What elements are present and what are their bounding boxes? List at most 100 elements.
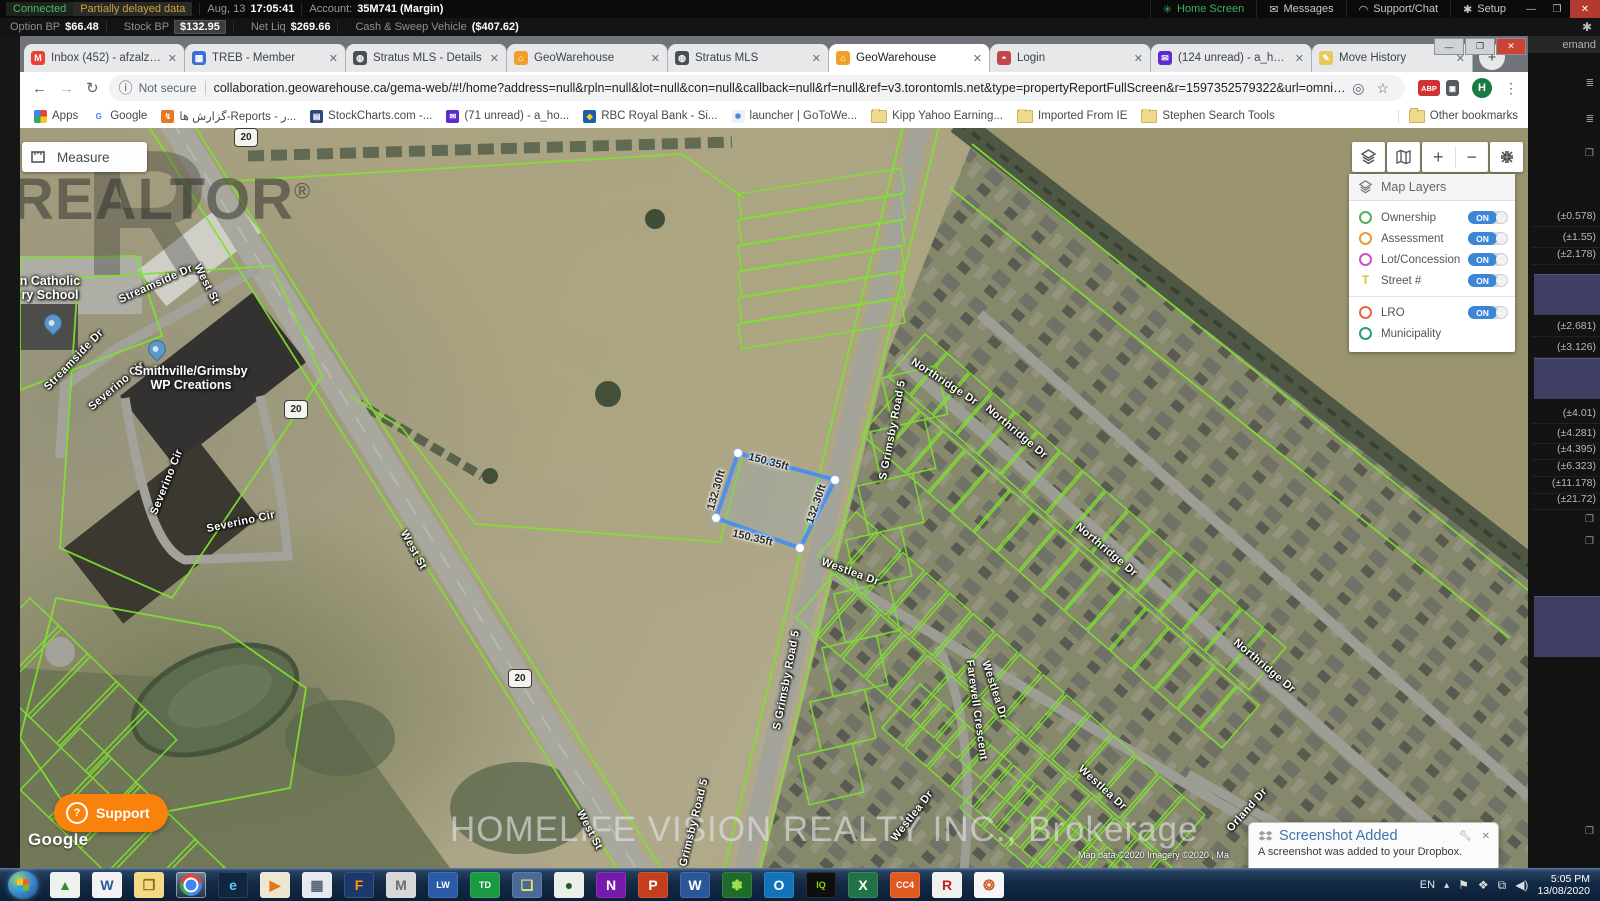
tab-login[interactable]: ◓Login✕ (990, 44, 1151, 72)
tab-geowarehouse[interactable]: ⌂GeoWarehouse✕ (829, 44, 990, 72)
layer-toggle[interactable]: ON (1468, 274, 1508, 287)
trading-menu-setup[interactable]: ✱Setup (1450, 0, 1518, 18)
chrome-menu-icon[interactable]: ⋮ (1504, 80, 1518, 97)
taskbar-icon-metatrader-m[interactable]: M (386, 872, 416, 898)
extension-abp[interactable]: ABP (1418, 80, 1440, 96)
taskbar-icon-lw-app[interactable]: LW (428, 872, 458, 898)
taskbar-icon-excel[interactable]: X (848, 872, 878, 898)
tab-close-icon[interactable]: ✕ (490, 52, 499, 65)
restore-window-icon[interactable]: ❐ (1585, 514, 1594, 525)
taskbar-icon-notes-folder-app[interactable]: ❏ (512, 872, 542, 898)
close-button[interactable]: ✕ (1570, 0, 1600, 18)
tab-close-icon[interactable]: ✕ (812, 52, 821, 65)
bookmark-rbc-royal-bank-si-[interactable]: ◆RBC Royal Bank - Si... (583, 110, 717, 123)
taskbar-icon-chrome[interactable] (176, 872, 206, 898)
collapse-button[interactable] (1490, 142, 1523, 172)
tab-geowarehouse[interactable]: ⌂GeoWarehouse✕ (507, 44, 668, 72)
list-icon[interactable]: ≣ (1586, 114, 1594, 125)
trading-menu-messages[interactable]: ✉Messages (1256, 0, 1345, 18)
tab-inbox-452-afzalzad[interactable]: MInbox (452) - afzalzad✕ (24, 44, 185, 72)
bookmark-kipp-yahoo-earning-[interactable]: Kipp Yahoo Earning... (871, 110, 1003, 123)
taskbar-icon-red-pen-app[interactable]: R (932, 872, 962, 898)
basemap-button[interactable] (1387, 142, 1420, 172)
tab--124-unread-a-hom[interactable]: ✉(124 unread) - a_hom✕ (1151, 44, 1312, 72)
restore-window-icon[interactable]: ❐ (1585, 826, 1594, 837)
taskbar-icon-media-player[interactable]: ▶ (260, 872, 290, 898)
close-button[interactable]: ✕ (1496, 38, 1526, 55)
restore-window-icon[interactable]: ❐ (1585, 148, 1594, 159)
taskbar-icon-green-mountain-app[interactable]: ▲ (50, 872, 80, 898)
info-icon[interactable]: ⓘ (119, 78, 133, 98)
extension-▣[interactable]: ▣ (1446, 80, 1459, 96)
tab-stratus-mls[interactable]: ◍Stratus MLS✕ (668, 44, 829, 72)
bookmark-apps[interactable]: Apps (34, 110, 78, 123)
tab-close-icon[interactable]: ✕ (329, 52, 338, 65)
bookmark-launcher-gotowe-[interactable]: ❋launcher | GoToWe... (732, 110, 858, 123)
taskbar-icon-calculator[interactable]: ▦ (302, 872, 332, 898)
bookmark-star-icon[interactable]: ☆ (1377, 80, 1390, 97)
address-bar[interactable]: ⓘ Not secure collaboration.geowarehouse.… (109, 75, 1405, 101)
layers-button[interactable] (1352, 142, 1385, 172)
tab-close-icon[interactable]: ✕ (168, 52, 177, 65)
taskbar-icon-powerpoint[interactable]: P (638, 872, 668, 898)
bookmark--reports-[interactable]: ↯گزارش ها-Reports - ر... (161, 109, 296, 123)
clock[interactable]: 5:05 PM 13/08/2020 (1537, 873, 1590, 897)
layer-toggle[interactable]: ON (1468, 211, 1508, 224)
taskbar-icon-td-bank[interactable]: TD (470, 872, 500, 898)
tab-close-icon[interactable]: ✕ (1295, 52, 1304, 65)
tab-treb-member[interactable]: ▦TREB - Member✕ (185, 44, 346, 72)
volume-icon[interactable]: ◀) (1515, 878, 1528, 892)
minimize-button[interactable]: — (1518, 0, 1544, 18)
tab-close-icon[interactable]: ✕ (973, 52, 982, 65)
forward-icon[interactable]: → (59, 80, 74, 97)
tray-expand-icon[interactable]: ▴ (1444, 880, 1449, 891)
tab-stratus-mls-details[interactable]: ◍Stratus MLS - Details✕ (346, 44, 507, 72)
layer-toggle[interactable]: ON (1468, 306, 1508, 319)
taskbar-icon-iq-app[interactable]: IQ (806, 872, 836, 898)
taskbar-icon-cc4-app[interactable]: CC4 (890, 872, 920, 898)
reload-icon[interactable]: ↻ (86, 79, 99, 97)
trading-menu-home-screen[interactable]: ✳Home Screen (1150, 0, 1256, 18)
start-button[interactable] (8, 871, 38, 899)
profile-avatar[interactable]: H (1472, 78, 1492, 98)
bookmark-google[interactable]: GGoogle (92, 110, 147, 123)
bookmark-stephen-search-tools[interactable]: Stephen Search Tools (1141, 110, 1274, 123)
maximize-button[interactable]: ❐ (1465, 38, 1495, 55)
close-icon[interactable]: ✕ (1482, 831, 1490, 842)
taskbar-icon-garden-app[interactable]: ✽ (722, 872, 752, 898)
restore-window-icon[interactable]: ❐ (1585, 536, 1594, 547)
map-canvas[interactable]: R REALTOR® HOMELIFE VISION REALTY INC., … (20, 128, 1528, 868)
bookmark--71-unread-a-ho-[interactable]: ✉(71 unread) - a_ho... (446, 110, 569, 123)
tab-close-icon[interactable]: ✕ (1134, 52, 1143, 65)
action-center-flag-icon[interactable]: ⚑ (1458, 878, 1469, 892)
trading-menu-support-chat[interactable]: ◠Support/Chat (1346, 0, 1450, 18)
taskbar-icon-word[interactable]: W (680, 872, 710, 898)
taskbar-icon-file-explorer[interactable]: ❐ (134, 872, 164, 898)
back-icon[interactable]: ← (32, 80, 47, 97)
taskbar-icon-green-orb-app[interactable]: ● (554, 872, 584, 898)
minimize-button[interactable]: — (1434, 38, 1464, 55)
gear-icon[interactable]: ✱ (1582, 20, 1592, 34)
zoom-in-button[interactable]: + (1422, 147, 1456, 168)
support-button[interactable]: ? Support (54, 794, 168, 832)
tab-close-icon[interactable]: ✕ (651, 52, 660, 65)
dropbox-tray-icon[interactable]: ❖ (1478, 878, 1489, 892)
taskbar-icon-firefox[interactable]: F (344, 872, 374, 898)
taskbar-icon-onenote[interactable]: N (596, 872, 626, 898)
layer-toggle[interactable]: ON (1468, 253, 1508, 266)
taskbar-icon-paint[interactable]: ❂ (974, 872, 1004, 898)
measure-button[interactable]: Measure (22, 142, 147, 172)
bookmark-imported-from-ie[interactable]: Imported From IE (1017, 110, 1127, 123)
other-bookmarks[interactable]: Other bookmarks (1398, 110, 1518, 123)
language-indicator[interactable]: EN (1420, 879, 1435, 891)
taskbar-icon-word-alert-app[interactable]: W (92, 872, 122, 898)
list-icon[interactable]: ≣ (1586, 78, 1594, 89)
zoom-out-button[interactable]: − (1456, 147, 1489, 168)
restore-button[interactable]: ❐ (1544, 0, 1570, 18)
layer-toggle[interactable]: ON (1468, 232, 1508, 245)
bookmark-stockcharts-com-[interactable]: ▤StockCharts.com -... (310, 110, 432, 123)
send-to-device-icon[interactable]: ◎ (1352, 80, 1364, 97)
settings-wrench-icon[interactable]: 🔧︎ (1459, 831, 1472, 842)
taskbar-icon-outlook[interactable]: O (764, 872, 794, 898)
taskbar-icon-internet-explorer[interactable]: e (218, 872, 248, 898)
